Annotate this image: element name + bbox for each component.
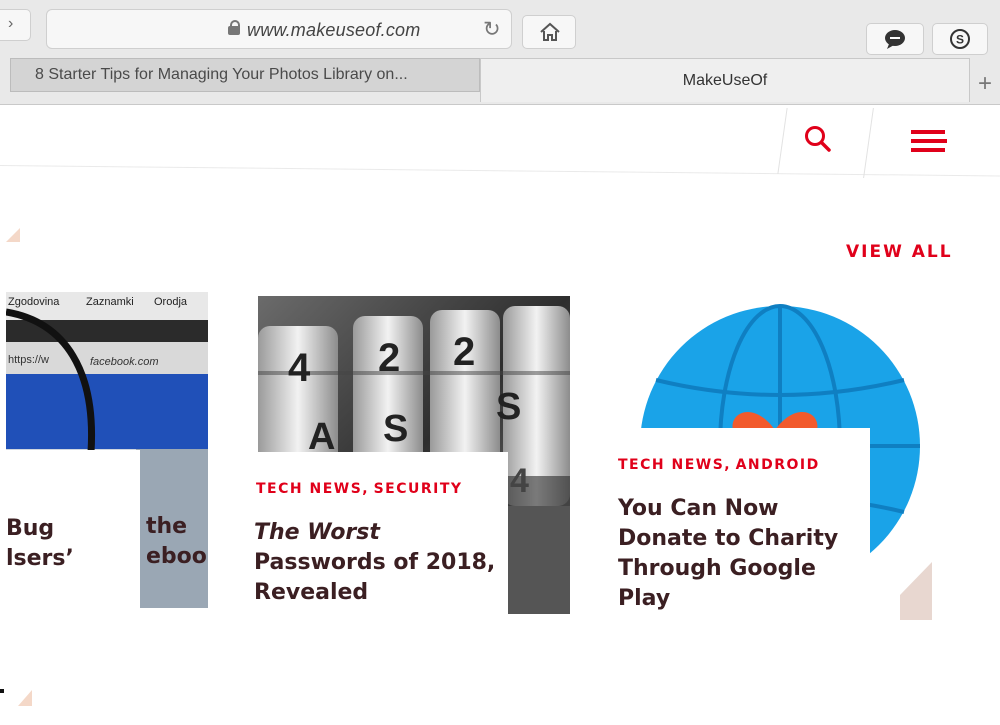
title-line: lsers’ bbox=[6, 546, 74, 571]
title-line: Donate to Charity bbox=[618, 526, 839, 551]
title-line: Bug bbox=[6, 516, 55, 541]
article-card[interactable]: TECH NEWS, ANDROID You Can Now Donate to… bbox=[602, 428, 870, 624]
chevron-left-icon: › bbox=[8, 15, 14, 32]
title-line: Passwords of 2018, bbox=[254, 550, 496, 575]
back-button[interactable]: › bbox=[0, 9, 31, 41]
browser-toolbar: › www.makeuseof.com ↻ S 8 Starter Tips f… bbox=[0, 0, 1000, 105]
dial-character: S bbox=[496, 386, 522, 428]
decorative-corner bbox=[6, 228, 20, 242]
image-text: Zaznamki bbox=[86, 296, 134, 308]
url-text: www.makeuseof.com bbox=[247, 20, 421, 40]
tag-link[interactable]: SECURITY bbox=[374, 481, 463, 497]
title-line: Revealed bbox=[254, 580, 369, 605]
home-button[interactable] bbox=[522, 15, 576, 49]
tab-photos-library[interactable]: 8 Starter Tips for Managing Your Photos … bbox=[10, 58, 480, 92]
chat-extension-button[interactable] bbox=[866, 23, 924, 55]
skype-icon: S bbox=[950, 29, 970, 49]
image-text: Zgodovina bbox=[8, 296, 60, 308]
tab-label: MakeUseOf bbox=[682, 72, 768, 89]
hamburger-menu-icon[interactable] bbox=[911, 128, 949, 156]
article-title[interactable]: The Worst Passwords of 2018, Revealed bbox=[254, 518, 495, 608]
title-line: ebook bbox=[146, 544, 208, 569]
image-text: https://w bbox=[8, 354, 49, 366]
home-icon bbox=[540, 22, 560, 41]
skype-extension-button[interactable]: S bbox=[932, 23, 988, 55]
view-all-link[interactable]: VIEW ALL bbox=[846, 242, 953, 262]
dial-character: 4 bbox=[288, 346, 311, 390]
site-header bbox=[0, 104, 1000, 174]
new-tab-button[interactable]: + bbox=[970, 66, 1000, 102]
tag-link[interactable]: TECH NEWS, bbox=[256, 481, 369, 497]
title-line: the bbox=[146, 514, 188, 539]
title-line: Through Google bbox=[618, 556, 816, 581]
title-line: The Worst bbox=[254, 520, 380, 545]
title-line: Play bbox=[618, 586, 671, 611]
article-tags: TECH NEWS, ANDROID bbox=[618, 456, 820, 474]
article-title: the ebook bbox=[146, 512, 208, 572]
dial-character: 2 bbox=[378, 336, 401, 380]
search-icon[interactable] bbox=[803, 124, 833, 154]
article-title: Bug lsers’ bbox=[6, 514, 74, 574]
tab-makeuseof[interactable]: MakeUseOf bbox=[480, 58, 970, 102]
image-text: facebook.com bbox=[90, 356, 159, 368]
dial-character: S bbox=[383, 408, 409, 450]
article-title[interactable]: You Can Now Donate to Charity Through Go… bbox=[618, 494, 838, 614]
dial-character: 2 bbox=[453, 330, 476, 374]
address-bar[interactable]: www.makeuseof.com ↻ bbox=[46, 9, 512, 49]
article-card[interactable]: TECH NEWS, SECURITY The Worst Passwords … bbox=[240, 452, 508, 622]
decorative-dot bbox=[0, 689, 4, 693]
article-tags: TECH NEWS, SECURITY bbox=[256, 480, 463, 498]
lock-icon bbox=[228, 20, 240, 35]
title-line: You Can Now bbox=[618, 496, 779, 521]
chat-bubble-icon bbox=[885, 30, 905, 49]
reload-icon[interactable]: ↻ bbox=[483, 17, 501, 42]
image-text: Orodja bbox=[154, 296, 188, 308]
tag-link[interactable]: TECH NEWS, bbox=[618, 457, 731, 473]
article-card[interactable]: Bug lsers’ bbox=[0, 450, 140, 610]
tab-label: 8 Starter Tips for Managing Your Photos … bbox=[35, 66, 408, 83]
dial-character: 4 bbox=[510, 462, 529, 500]
svg-text:S: S bbox=[956, 33, 964, 47]
tag-link[interactable]: ANDROID bbox=[736, 457, 820, 473]
tab-bar: 8 Starter Tips for Managing Your Photos … bbox=[10, 58, 1000, 102]
decorative-corner bbox=[18, 690, 32, 706]
